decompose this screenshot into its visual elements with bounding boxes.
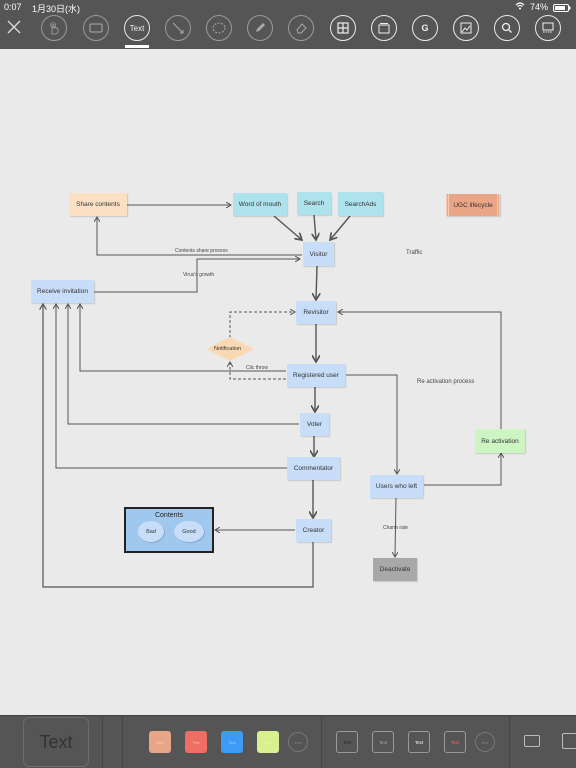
edge-reactivation-to-revisitor bbox=[338, 312, 502, 429]
node-visitor[interactable]: Visitor bbox=[303, 242, 334, 266]
node-good[interactable]: Good bbox=[174, 521, 204, 542]
wifi-icon bbox=[515, 2, 525, 12]
swatch-lime[interactable]: Text bbox=[257, 731, 279, 753]
hand-tool-button[interactable] bbox=[41, 15, 67, 41]
node-voter[interactable]: Voter bbox=[300, 413, 329, 436]
dashed-circle-icon bbox=[212, 22, 226, 34]
shape-wide-option[interactable] bbox=[562, 733, 576, 749]
pencil-tool-button[interactable] bbox=[247, 15, 273, 41]
battery-percentage: 74% bbox=[530, 2, 549, 12]
ellipse-tool-button[interactable] bbox=[206, 15, 232, 41]
close-button[interactable] bbox=[6, 19, 22, 35]
swatch-red[interactable]: Text bbox=[185, 731, 207, 753]
close-icon bbox=[7, 20, 21, 34]
label-churn-rate: Charm rate bbox=[383, 525, 409, 531]
node-search[interactable]: Search bbox=[297, 192, 331, 215]
node-deactivate[interactable]: Deactivate bbox=[373, 558, 417, 581]
node-re-activation[interactable]: Re activation bbox=[475, 429, 525, 453]
label-clic-throw: Clic throw bbox=[246, 365, 268, 371]
search-tool-button[interactable] bbox=[494, 15, 520, 41]
node-notification-label[interactable]: Notification bbox=[214, 346, 241, 352]
more-colors-button[interactable]: ●●● bbox=[288, 732, 308, 752]
label-contents-share-process: Contents share process bbox=[175, 248, 228, 254]
status-date: 1月30日(水) bbox=[32, 4, 81, 14]
layout-tool-button[interactable] bbox=[535, 15, 561, 41]
node-users-who-left[interactable]: Users who left bbox=[370, 475, 423, 498]
edge-notification-to-revisitor bbox=[229, 312, 295, 338]
node-creator[interactable]: Creator bbox=[296, 519, 331, 542]
node-search-ads[interactable]: SearchAds bbox=[338, 192, 383, 216]
node-ugc-lifecycle[interactable]: UGC lifecycle bbox=[446, 194, 500, 216]
divider bbox=[122, 716, 123, 768]
image-tool-button[interactable] bbox=[453, 15, 479, 41]
divider bbox=[321, 716, 322, 768]
node-receive-invitation[interactable]: Receive invitation bbox=[31, 280, 94, 303]
rectangle-tool-button[interactable] bbox=[83, 15, 109, 41]
node-bad[interactable]: Bad bbox=[138, 521, 164, 542]
contents-title: Contents bbox=[154, 512, 184, 519]
label-re-activation-process: Re activation process bbox=[417, 379, 475, 385]
shape-square-option[interactable] bbox=[524, 735, 540, 747]
line-icon bbox=[172, 22, 184, 34]
node-registered-user[interactable]: Registered user bbox=[287, 364, 345, 387]
eraser-icon bbox=[296, 23, 307, 34]
text-style-red[interactable]: Text bbox=[444, 731, 466, 753]
text-preview[interactable]: Text bbox=[23, 717, 89, 767]
edge-ads-to-visitor bbox=[330, 215, 351, 240]
swatch-salmon[interactable]: Text bbox=[149, 731, 171, 753]
swatch-blue[interactable]: Text bbox=[221, 731, 243, 753]
hand-icon bbox=[50, 22, 59, 35]
battery-icon bbox=[553, 4, 571, 14]
node-word-of-mouth[interactable]: Word of mouth bbox=[233, 193, 287, 216]
text-style-white[interactable]: Text bbox=[408, 731, 430, 753]
edge-commentator-to-invitation bbox=[56, 304, 287, 469]
selected-tool-indicator bbox=[125, 45, 149, 48]
contents-group[interactable]: Contents Bad Good bbox=[124, 507, 214, 553]
divider bbox=[102, 716, 103, 768]
text-tool-button[interactable]: Text bbox=[124, 15, 150, 41]
divider bbox=[509, 716, 510, 768]
edge-registered-to-invitation bbox=[80, 304, 286, 372]
layers-icon bbox=[378, 23, 390, 34]
diagram-canvas[interactable]: Share contents Word of mouth Search Sear… bbox=[0, 49, 576, 715]
grid-icon bbox=[337, 22, 349, 34]
eraser-tool-button[interactable] bbox=[288, 15, 314, 41]
pencil-icon bbox=[256, 23, 265, 32]
edge-left-to-reactivation bbox=[424, 453, 501, 486]
image-icon bbox=[460, 22, 472, 34]
search-icon bbox=[501, 22, 512, 33]
edge-search-to-visitor bbox=[314, 214, 316, 240]
layout-icon bbox=[542, 22, 554, 33]
edge-visitor-to-revisitor bbox=[316, 265, 317, 300]
more-text-styles-button[interactable]: ●●● bbox=[475, 732, 495, 752]
label-virus-growth: Virus's growth bbox=[183, 272, 215, 278]
node-commentator[interactable]: Commentator bbox=[287, 457, 340, 480]
label-traffic: Traffic bbox=[406, 250, 423, 256]
node-revisitor[interactable]: Revisitor bbox=[296, 301, 336, 324]
node-share-contents[interactable]: Share contents bbox=[69, 193, 127, 216]
grid-tool-button[interactable] bbox=[330, 15, 356, 41]
top-toolbar: 0:07 1月30日(水) 74% Text G bbox=[0, 0, 576, 49]
g-tool-button[interactable]: G bbox=[412, 15, 438, 41]
text-style-black[interactable]: Text bbox=[336, 731, 358, 753]
layers-tool-button[interactable] bbox=[371, 15, 397, 41]
text-style-gray[interactable]: Text bbox=[372, 731, 394, 753]
edge-voter-to-invitation bbox=[68, 304, 299, 425]
edge-registered-to-left bbox=[346, 374, 397, 474]
line-tool-button[interactable] bbox=[165, 15, 191, 41]
status-time: 0:07 bbox=[4, 2, 22, 12]
rectangle-icon bbox=[89, 23, 103, 33]
edge-word-to-visitor bbox=[273, 215, 302, 240]
